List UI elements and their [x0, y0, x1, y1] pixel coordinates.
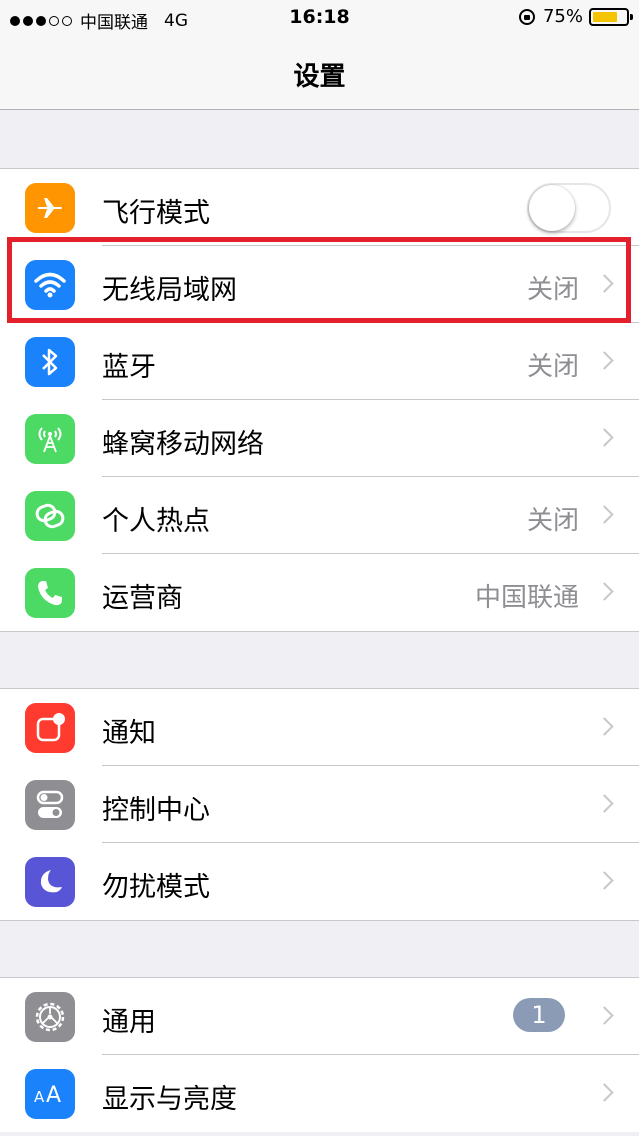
settings-group-notifications: 通知 控制中心 勿扰模式	[0, 688, 639, 921]
chevron-right-icon	[595, 505, 614, 524]
status-right: 75%	[518, 6, 633, 27]
svg-text:A: A	[46, 1083, 61, 1106]
battery-percent: 75%	[542, 6, 583, 27]
chevron-right-icon	[595, 794, 614, 813]
chevron-right-icon	[595, 274, 614, 293]
row-label: 勿扰模式	[102, 872, 210, 903]
airplane-icon	[25, 183, 75, 233]
settings-row-do-not-disturb[interactable]: 勿扰模式	[0, 843, 639, 920]
settings-row-personal-hotspot[interactable]: 个人热点 关闭	[0, 477, 639, 554]
cellular-icon	[25, 414, 75, 464]
row-label: 运营商	[102, 583, 183, 614]
control-center-icon	[25, 780, 75, 830]
row-label: 通知	[102, 718, 156, 749]
row-value: 关闭	[526, 506, 579, 536]
chevron-right-icon	[595, 717, 614, 736]
svg-text:A: A	[34, 1088, 45, 1106]
row-value: 关闭	[526, 275, 579, 305]
hotspot-icon	[25, 491, 75, 541]
settings-row-control-center[interactable]: 控制中心	[0, 766, 639, 843]
row-label: 通用	[102, 1007, 156, 1038]
row-value: 关闭	[526, 352, 579, 382]
row-label: 个人热点	[102, 506, 210, 537]
row-label: 无线局域网	[102, 275, 237, 306]
airplane-mode-toggle[interactable]	[527, 183, 611, 233]
settings-row-general[interactable]: 通用 1	[0, 978, 639, 1055]
row-label: 蓝牙	[102, 352, 156, 383]
settings-row-display-brightness[interactable]: A A 显示与亮度	[0, 1055, 639, 1132]
row-label: 显示与亮度	[102, 1084, 237, 1115]
settings-row-bluetooth[interactable]: 蓝牙 关闭	[0, 323, 639, 400]
settings-row-notifications[interactable]: 通知	[0, 689, 639, 766]
settings-row-airplane-mode[interactable]: 飞行模式	[0, 169, 639, 246]
row-label: 蜂窝移动网络	[102, 429, 264, 460]
row-label: 飞行模式	[102, 198, 210, 229]
settings-row-carrier[interactable]: 运营商 中国联通	[0, 554, 639, 631]
chevron-right-icon	[595, 351, 614, 370]
moon-icon	[25, 857, 75, 907]
navigation-bar: 设置	[0, 38, 639, 110]
chevron-right-icon	[595, 428, 614, 447]
wifi-icon	[25, 260, 75, 310]
page-title: 设置	[293, 62, 346, 92]
display-icon: A A	[25, 1069, 75, 1119]
chevron-right-icon	[595, 871, 614, 890]
settings-row-wifi[interactable]: 无线局域网 关闭	[0, 246, 639, 323]
settings-group-general: 通用 1 A A 显示与亮度	[0, 977, 639, 1132]
settings-row-cellular[interactable]: 蜂窝移动网络	[0, 400, 639, 477]
status-bar: 中国联通 4G 16:18 75%	[0, 0, 639, 38]
rotation-lock-icon	[518, 8, 535, 25]
settings-group-connectivity: 飞行模式 无线局域网 关闭 蓝牙 关闭 蜂窝移动网络 个人热点 关闭 运营商 中…	[0, 168, 639, 632]
chevron-right-icon	[595, 1006, 614, 1025]
chevron-right-icon	[595, 582, 614, 601]
notification-icon	[25, 703, 75, 753]
gear-icon	[25, 992, 75, 1042]
battery-icon	[589, 7, 633, 26]
phone-icon	[25, 568, 75, 618]
row-value: 中国联通	[474, 583, 579, 613]
chevron-right-icon	[595, 1083, 614, 1102]
bluetooth-icon	[25, 337, 75, 387]
row-label: 控制中心	[102, 795, 210, 826]
update-badge: 1	[513, 998, 565, 1032]
